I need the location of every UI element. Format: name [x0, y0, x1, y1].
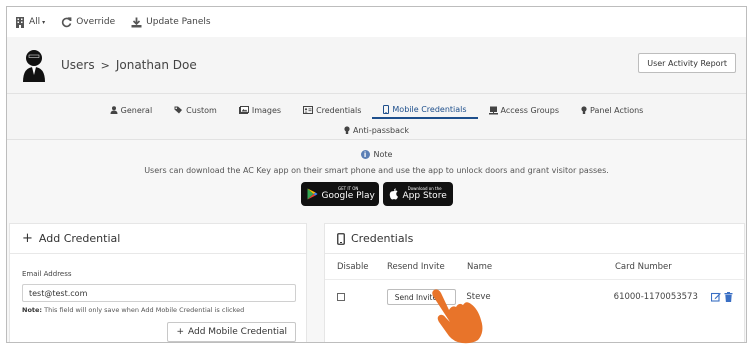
breadcrumb-separator: > — [100, 58, 110, 72]
page-title: Jonathan Doe — [115, 58, 197, 72]
plus-icon: + — [176, 327, 184, 337]
tab-mobile-credentials[interactable]: Mobile Credentials — [372, 101, 478, 119]
trash-icon[interactable] — [724, 292, 733, 302]
column-name: Name — [467, 261, 493, 272]
tab-credentials-label: Credentials — [316, 105, 362, 115]
disable-cell — [325, 293, 377, 301]
email-field[interactable] — [22, 284, 296, 302]
column-resend-invite: Resend Invite — [387, 261, 445, 272]
bulb-icon — [581, 105, 587, 114]
tab-general-label: General — [120, 105, 153, 115]
column-card-number: Card Number — [615, 261, 672, 272]
images-icon — [238, 106, 249, 114]
disable-checkbox[interactable] — [337, 293, 345, 301]
email-label: Email Address — [22, 270, 72, 278]
tab-images[interactable]: Images — [228, 101, 292, 119]
tab-credentials[interactable]: Credentials — [292, 101, 372, 119]
apple-icon — [389, 188, 398, 200]
breadcrumb-users-link[interactable]: Users — [61, 58, 95, 72]
add-mobile-credential-label: Add Mobile Credential — [188, 327, 287, 337]
tab-mobile-credentials-label: Mobile Credentials — [392, 104, 467, 114]
google-play-badge[interactable]: GET IT ON Google Play — [300, 182, 379, 206]
store-badges: GET IT ON Google Play Download on the Ap… — [7, 182, 746, 206]
app-store-big-text: App Store — [402, 191, 447, 201]
table-header: Disable Resend Invite Name Card Number — [325, 254, 744, 280]
bulb-icon — [344, 125, 350, 134]
add-credential-panel: + Add Credential Email Address Note: Thi… — [9, 223, 307, 342]
override-label: Override — [76, 17, 116, 27]
top-toolbar: All ▾ Override Update Panels — [7, 7, 746, 37]
tab-anti-passback[interactable]: Anti-passback — [333, 121, 420, 139]
site-selector[interactable]: All ▾ — [15, 16, 46, 28]
avatar — [23, 50, 45, 82]
app-download-note: i Note Users can download the AC Key app… — [7, 139, 746, 213]
add-credential-header: + Add Credential — [10, 224, 306, 254]
tab-access-groups[interactable]: Access Groups — [478, 101, 570, 119]
app-store-badge[interactable]: Download on the App Store — [382, 182, 453, 206]
note-title-text: Note — [373, 150, 393, 159]
breadcrumb: Users > Jonathan Doe — [61, 58, 197, 72]
row-actions — [711, 292, 744, 302]
id-card-icon — [303, 106, 314, 114]
tab-images-label: Images — [251, 105, 282, 115]
tab-panel-actions[interactable]: Panel Actions — [570, 101, 654, 119]
user-header: Users > Jonathan Doe User Activity Repor… — [7, 37, 746, 93]
google-play-icon — [307, 188, 317, 200]
tab-general[interactable]: General — [99, 101, 164, 119]
email-field-note-text: This field will only save when Add Mobil… — [42, 306, 245, 314]
override-button[interactable]: Override — [61, 16, 116, 28]
update-panels-button[interactable]: Update Panels — [131, 17, 211, 28]
tab-custom-label: Custom — [186, 105, 217, 115]
update-panels-label: Update Panels — [146, 17, 211, 27]
tab-row-primary: General Custom Images Credentials Mobile… — [7, 101, 746, 119]
user-icon — [110, 106, 118, 114]
caret-down-icon: ▾ — [42, 18, 46, 26]
content-area: + Add Credential Email Address Note: Thi… — [7, 213, 746, 342]
site-selector-label: All — [29, 17, 41, 27]
add-mobile-credential-button[interactable]: + Add Mobile Credential — [167, 322, 296, 342]
tab-access-groups-label: Access Groups — [500, 105, 559, 115]
tab-bar: General Custom Images Credentials Mobile… — [7, 93, 746, 139]
tab-panel-actions-label: Panel Actions — [590, 105, 644, 115]
google-play-big-text: Google Play — [321, 191, 375, 201]
tab-anti-passback-label: Anti-passback — [352, 125, 410, 135]
email-field-note-label: Note: — [22, 306, 43, 314]
tags-icon — [174, 106, 183, 114]
credentials-header: Credentials — [325, 224, 744, 254]
card-number-cell: 61000-1170053573 — [613, 292, 698, 302]
access-groups-icon — [488, 106, 498, 114]
pointing-hand-icon — [432, 289, 483, 344]
edit-icon[interactable] — [711, 292, 721, 302]
add-credential-title: Add Credential — [38, 232, 121, 245]
mobile-icon — [337, 232, 345, 245]
user-activity-report-button[interactable]: User Activity Report — [638, 53, 736, 73]
note-title: i Note — [7, 150, 746, 159]
info-icon: i — [360, 150, 370, 159]
refresh-icon — [62, 16, 72, 27]
table-row: Send Invite Steve 61000-1170053573 — [325, 280, 744, 314]
email-field-note: Note: This field will only save when Add… — [22, 306, 244, 314]
credentials-panel: Credentials Disable Resend Invite Name C… — [324, 223, 745, 342]
tab-custom[interactable]: Custom — [163, 101, 228, 119]
building-icon — [16, 16, 24, 28]
credentials-title: Credentials — [351, 232, 414, 245]
mobile-icon — [383, 104, 390, 114]
note-text: Users can download the AC Key app on the… — [144, 166, 609, 175]
credentials-table: Disable Resend Invite Name Card Number S… — [325, 254, 744, 314]
column-disable: Disable — [337, 261, 369, 272]
plus-icon: + — [22, 231, 33, 246]
tab-row-secondary: Anti-passback — [7, 121, 746, 139]
download-icon — [131, 17, 142, 27]
app-window: All ▾ Override Update Panels Users > Jon… — [6, 6, 747, 343]
